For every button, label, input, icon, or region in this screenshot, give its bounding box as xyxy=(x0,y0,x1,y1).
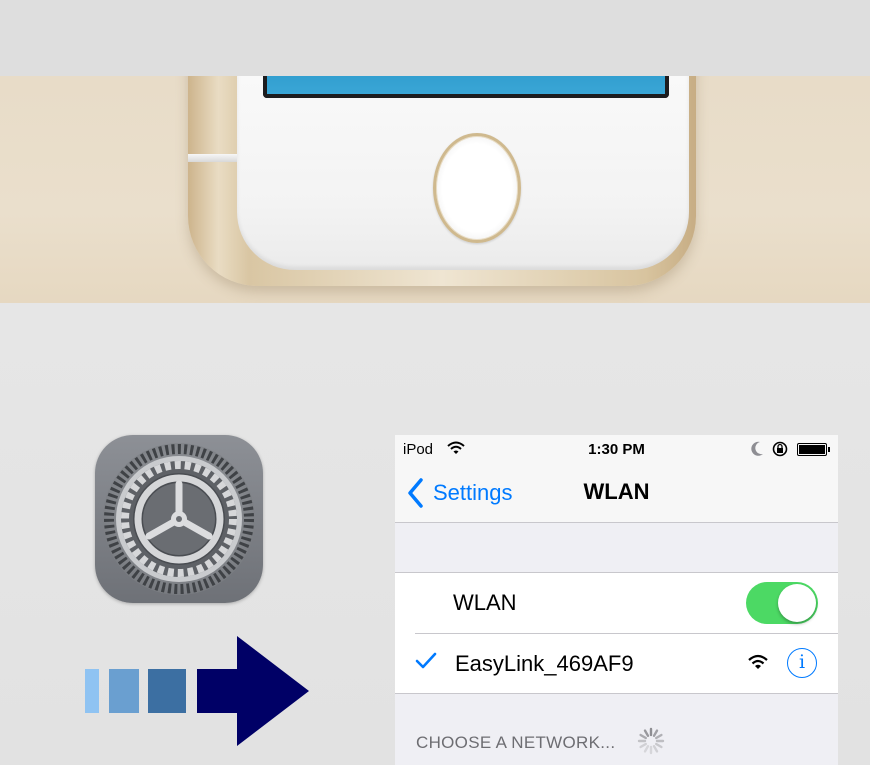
iphone-side-edge xyxy=(188,154,238,162)
home-button-icon xyxy=(433,133,521,243)
wlan-toggle-row: WLAN xyxy=(395,573,838,633)
rotation-lock-icon xyxy=(772,441,788,457)
wlan-toggle-switch[interactable] xyxy=(746,582,818,624)
arrow-step-1 xyxy=(85,669,99,713)
network-row-easylink[interactable]: EasyLink_469AF9 i xyxy=(395,634,838,694)
settings-app-icon xyxy=(95,435,263,603)
wlan-settings-screen: iPod 1:30 PM Settings WLAN WLAN EasyLink… xyxy=(395,435,838,765)
battery-icon xyxy=(797,443,830,456)
settings-gear-icon xyxy=(103,443,255,595)
arrow-head-icon xyxy=(197,636,309,746)
toggle-knob xyxy=(778,584,816,622)
top-band xyxy=(0,0,870,76)
wifi-signal-icon xyxy=(748,654,768,669)
arrow-step-2 xyxy=(109,669,139,713)
choose-network-header: CHOOSE A NETWORK... xyxy=(416,733,616,752)
loading-spinner-icon xyxy=(637,727,665,755)
moon-icon xyxy=(751,441,763,456)
right-arrow-icon xyxy=(85,636,315,746)
info-icon[interactable]: i xyxy=(787,648,817,678)
checkmark-icon xyxy=(415,652,437,669)
iphone-photo xyxy=(0,76,870,303)
status-bar: iPod 1:30 PM xyxy=(395,435,838,463)
network-name: EasyLink_469AF9 xyxy=(455,651,634,676)
arrow-step-3 xyxy=(148,669,186,713)
page-title: WLAN xyxy=(583,479,650,504)
iphone-screen xyxy=(263,76,669,98)
wlan-table: WLAN EasyLink_469AF9 i xyxy=(395,572,838,694)
wlan-label: WLAN xyxy=(453,590,517,615)
navigation-bar: Settings WLAN xyxy=(395,463,838,523)
